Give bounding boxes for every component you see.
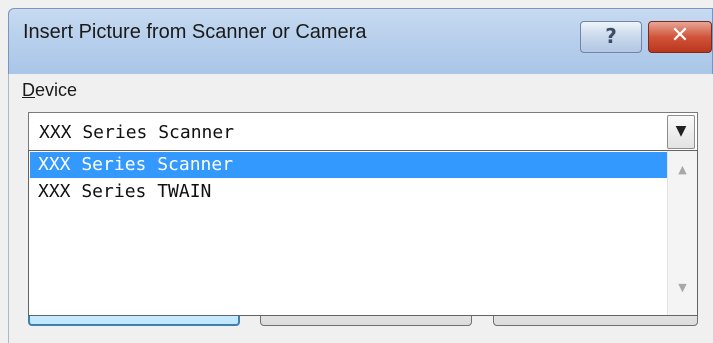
scroll-up-icon[interactable]: ▲ <box>668 163 697 187</box>
device-select[interactable]: XXX Series Scanner ▼ <box>28 112 698 152</box>
device-label-accelerator: D <box>22 80 35 100</box>
device-dropdown-list: XXX Series Scanner XXX Series TWAIN ▲ ▼ <box>28 150 698 316</box>
device-label: Device <box>22 80 77 101</box>
device-select-value: XXX Series Scanner <box>39 122 235 143</box>
close-icon: ✕ <box>670 23 690 48</box>
help-button[interactable]: ? <box>580 21 642 53</box>
title-bar: Insert Picture from Scanner or Camera ? … <box>8 8 713 74</box>
close-button[interactable]: ✕ <box>648 21 712 53</box>
help-icon: ? <box>605 24 617 48</box>
scroll-down-icon[interactable]: ▼ <box>668 281 697 305</box>
device-select-dropdown-button[interactable]: ▼ <box>667 115 695 149</box>
insert-picture-dialog: Insert Picture from Scanner or Camera ? … <box>0 0 713 343</box>
device-option-scanner[interactable]: XXX Series Scanner <box>30 152 668 178</box>
chevron-down-icon: ▼ <box>675 123 687 139</box>
window-title: Insert Picture from Scanner or Camera <box>23 21 367 43</box>
device-option-twain[interactable]: XXX Series TWAIN <box>30 179 668 205</box>
dropdown-scrollbar[interactable]: ▲ ▼ <box>667 151 697 315</box>
device-label-rest: evice <box>35 80 78 100</box>
